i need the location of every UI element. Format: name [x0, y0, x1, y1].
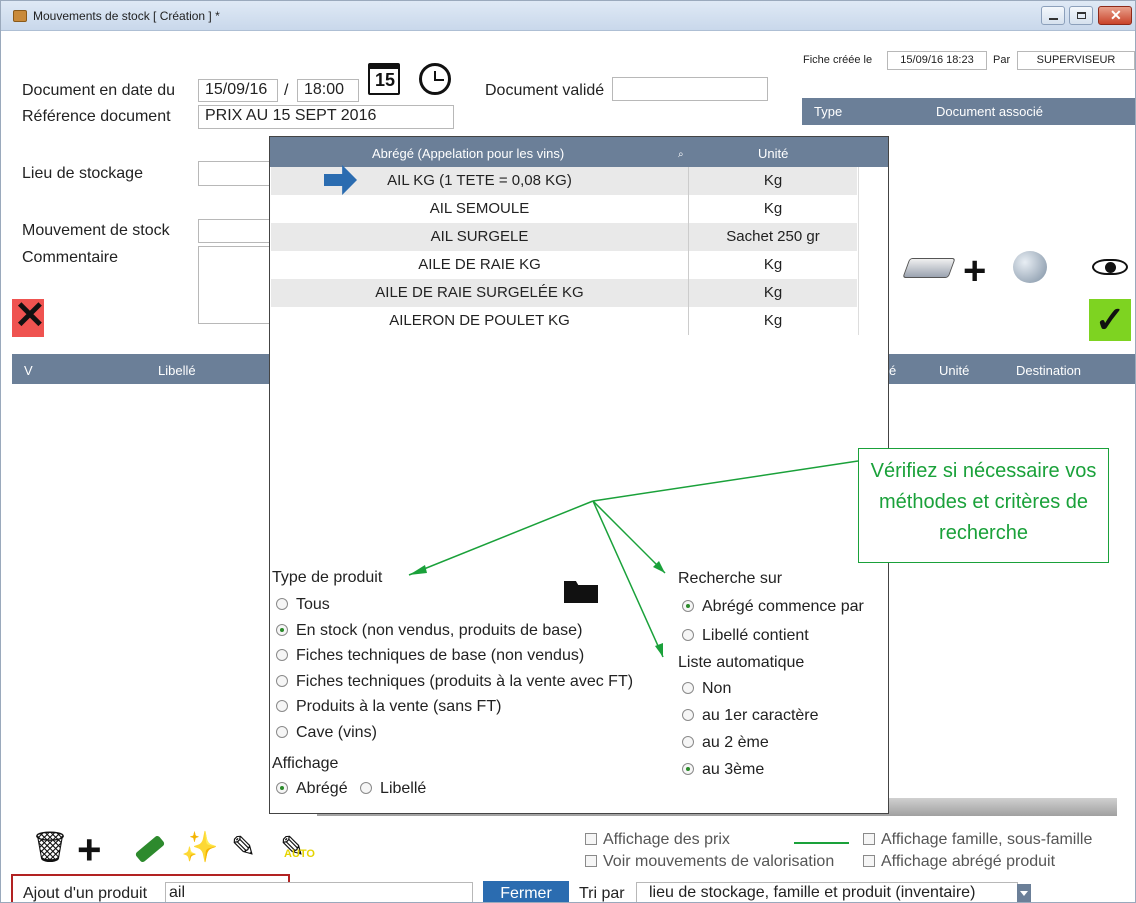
check-family[interactable]: Affichage famille, sous-famille — [863, 831, 1092, 849]
arrowhead-type — [409, 565, 427, 575]
arrow-to-auto — [592, 500, 664, 658]
auto-label: AUTO — [284, 848, 315, 860]
check-prices[interactable]: Affichage des prix — [585, 831, 730, 849]
magic-wand-icon[interactable]: ✨ — [181, 833, 218, 863]
checkbox-icon — [585, 833, 597, 845]
trash-icon[interactable]: 🗑 — [31, 833, 69, 863]
check-family-label: Affichage famille, sous-famille — [881, 831, 1093, 848]
add-product-label: Ajout d'un produit — [23, 885, 148, 902]
check-prices-label: Affichage des prix — [603, 831, 730, 848]
arrowhead-auto — [655, 643, 663, 657]
close-popup-button[interactable]: Fermer — [483, 881, 569, 902]
callout-arrows — [408, 460, 859, 844]
arrow-to-search — [592, 500, 666, 574]
window: Mouvements de stock [ Création ] * ✕ Fic… — [0, 0, 1136, 903]
callout-line — [592, 460, 859, 502]
add-product-input[interactable]: ail — [165, 882, 473, 902]
sort-select[interactable]: lieu de stockage, famille et produit (in… — [636, 882, 1018, 902]
chevron-down-icon — [1020, 891, 1028, 896]
checkbox-icon — [863, 855, 875, 867]
add-product-icon[interactable]: + — [77, 829, 102, 871]
arrow-to-type — [408, 500, 594, 576]
check-abrege-label: Affichage abrégé produit — [881, 853, 1056, 870]
check-abrege[interactable]: Affichage abrégé produit — [863, 853, 1055, 871]
edit-pencil-icon[interactable]: ✎ — [231, 833, 256, 863]
sort-dropdown-button[interactable] — [1017, 884, 1031, 902]
close-popup-label: Fermer — [500, 885, 552, 902]
checkbox-icon — [863, 833, 875, 845]
sort-label: Tri par — [579, 885, 625, 902]
check-valorisation[interactable]: Voir mouvements de valorisation — [585, 853, 834, 871]
check-valorisation-label: Voir mouvements de valorisation — [603, 853, 835, 870]
checkbox-icon — [585, 855, 597, 867]
